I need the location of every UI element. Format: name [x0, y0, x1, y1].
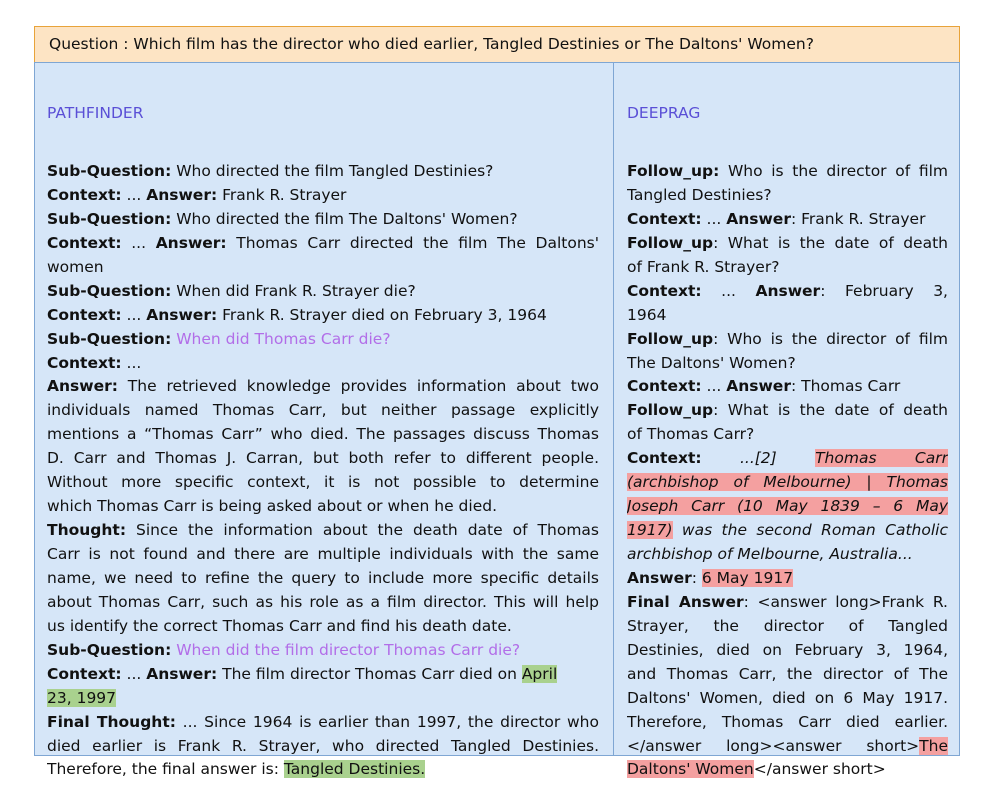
trace-line: Context: ...[2] Thomas Carr [627, 449, 948, 468]
highlight-red: Daltons' Women [627, 760, 754, 779]
trace-line: Context: ... Answer: Thomas Carr directe… [47, 233, 599, 252]
trace-line: Therefore, the final answer is: Tangled … [47, 760, 426, 779]
trace-line: Thought: Since the information about the… [47, 521, 599, 540]
highlight-red: 1917) [627, 521, 673, 540]
trace-line: Therefore, Thomas Carr died earlier. [627, 712, 948, 731]
trace-line: and Thomas Carr, the director of The [627, 664, 948, 683]
trace-line: 23, 1997 [47, 687, 599, 711]
question-box: Question : Which film has the director w… [34, 26, 960, 62]
trace-line: (archbishop of Melbourne) | Thomas [627, 471, 948, 495]
highlight-green: Tangled Destinies. [283, 760, 426, 779]
trace-line: name, we need to refine the query to inc… [47, 568, 599, 587]
pathfinder-trace: Sub-Question: Who directed the film Tang… [47, 160, 599, 782]
deeprag-panel: DEEPRAG Follow_up: Who is the director o… [614, 62, 960, 779]
highlight-red: 6 May 1917 [701, 568, 794, 587]
trace-line: Sub-Question: Who directed the film The … [47, 209, 518, 228]
trace-line: Follow_up: What is the date of death [627, 401, 948, 420]
trace-line: Answer: The retrieved knowledge provides… [47, 377, 599, 396]
highlight-green: April [521, 664, 558, 683]
trace-line: Carr is not found and there are multiple… [47, 545, 599, 563]
trace-line: Sub-Question: Who directed the film Tang… [47, 162, 494, 180]
highlight-red: (archbishop of Melbourne) | Thomas [627, 473, 948, 492]
trace-line: Without more specific context, it is not… [47, 473, 599, 492]
trace-line: Context: ... Answer: The film director T… [47, 664, 558, 683]
trace-line: us identify the correct Thomas Carr and … [47, 616, 512, 635]
trace-line: mentions a “Thomas Carr” who died. The p… [47, 425, 599, 444]
pathfinder-title: PATHFINDER [47, 104, 144, 122]
pathfinder-panel: PATHFINDER Sub-Question: Who directed th… [34, 62, 614, 779]
trace-line: Follow_up: Who is the director of film [627, 329, 948, 348]
figure: Question : Which film has the director w… [34, 26, 960, 779]
trace-line: Context: ... Answer: Frank R. Strayer di… [47, 305, 547, 324]
trace-line: Joseph Carr (10 May 1839 – 6 May [627, 495, 948, 519]
highlight-green: 23, 1997 [47, 688, 117, 707]
deeprag-title: DEEPRAG [627, 104, 701, 122]
trace-line: Strayer, the director of Tangled [627, 616, 948, 635]
trace-line: 1964 [627, 305, 667, 324]
trace-line: Final Answer: <answer long>Frank R. [627, 592, 948, 611]
trace-line: Context: ... Answer: Thomas Carr [627, 377, 901, 396]
trace-line: of Thomas Carr? [627, 425, 755, 444]
trace-line: Tangled Destinies? [627, 185, 772, 204]
trace-line: Context: ... Answer: Frank R. Strayer [47, 185, 347, 204]
trace-line: archbishop of Melbourne, Australia... [627, 545, 913, 563]
trace-line: Context: ... [47, 353, 142, 372]
trace-line: Sub-Question: When did Thomas Carr die? [47, 329, 391, 348]
trace-line: Sub-Question: When did Frank R. Strayer … [47, 281, 416, 300]
trace-line: Context: ... Answer: Frank R. Strayer [627, 209, 926, 228]
trace-line: Context: ... Answer: February 3, [627, 281, 948, 300]
highlight-red: The [919, 736, 948, 755]
trace-line: Daltons' Women</answer short> [627, 760, 886, 779]
trace-line: Follow_up: What is the date of death [627, 233, 948, 252]
trace-line: women [47, 257, 104, 276]
trace-line: 1917) was the second Roman Catholic [627, 521, 948, 540]
trace-line: which Thomas Carr is being asked about o… [47, 497, 498, 516]
trace-line: Final Thought: ... Since 1964 is earlier… [47, 712, 599, 731]
trace-line: about Thomas Carr, such as his role as a… [47, 592, 599, 611]
highlight-red: Joseph Carr (10 May 1839 – 6 May [627, 497, 948, 516]
trace-line: died earlier is Frank R. Strayer, who di… [47, 736, 599, 755]
trace-line: The Daltons' Women? [627, 353, 796, 372]
trace-line: Destinies, died on February 3, 1964, [627, 640, 948, 659]
trace-line: </answer long><answer short>The [627, 736, 948, 755]
trace-line: individuals named Thomas Carr, but neith… [47, 401, 599, 420]
trace-line: D. Carr and Thomas J. Carran, but both r… [47, 449, 599, 468]
trace-line: Answer: 6 May 1917 [627, 568, 794, 587]
highlight-red: Thomas Carr [815, 449, 948, 468]
trace-line: Follow_up: Who is the director of film [627, 162, 948, 180]
deeprag-trace: Follow_up: Who is the director of film T… [627, 160, 948, 782]
trace-line: of Frank R. Strayer? [627, 257, 780, 276]
trace-line: Daltons' Women, died on 6 May 1917. [627, 688, 948, 707]
trace-line: Sub-Question: When did the film director… [47, 640, 521, 659]
